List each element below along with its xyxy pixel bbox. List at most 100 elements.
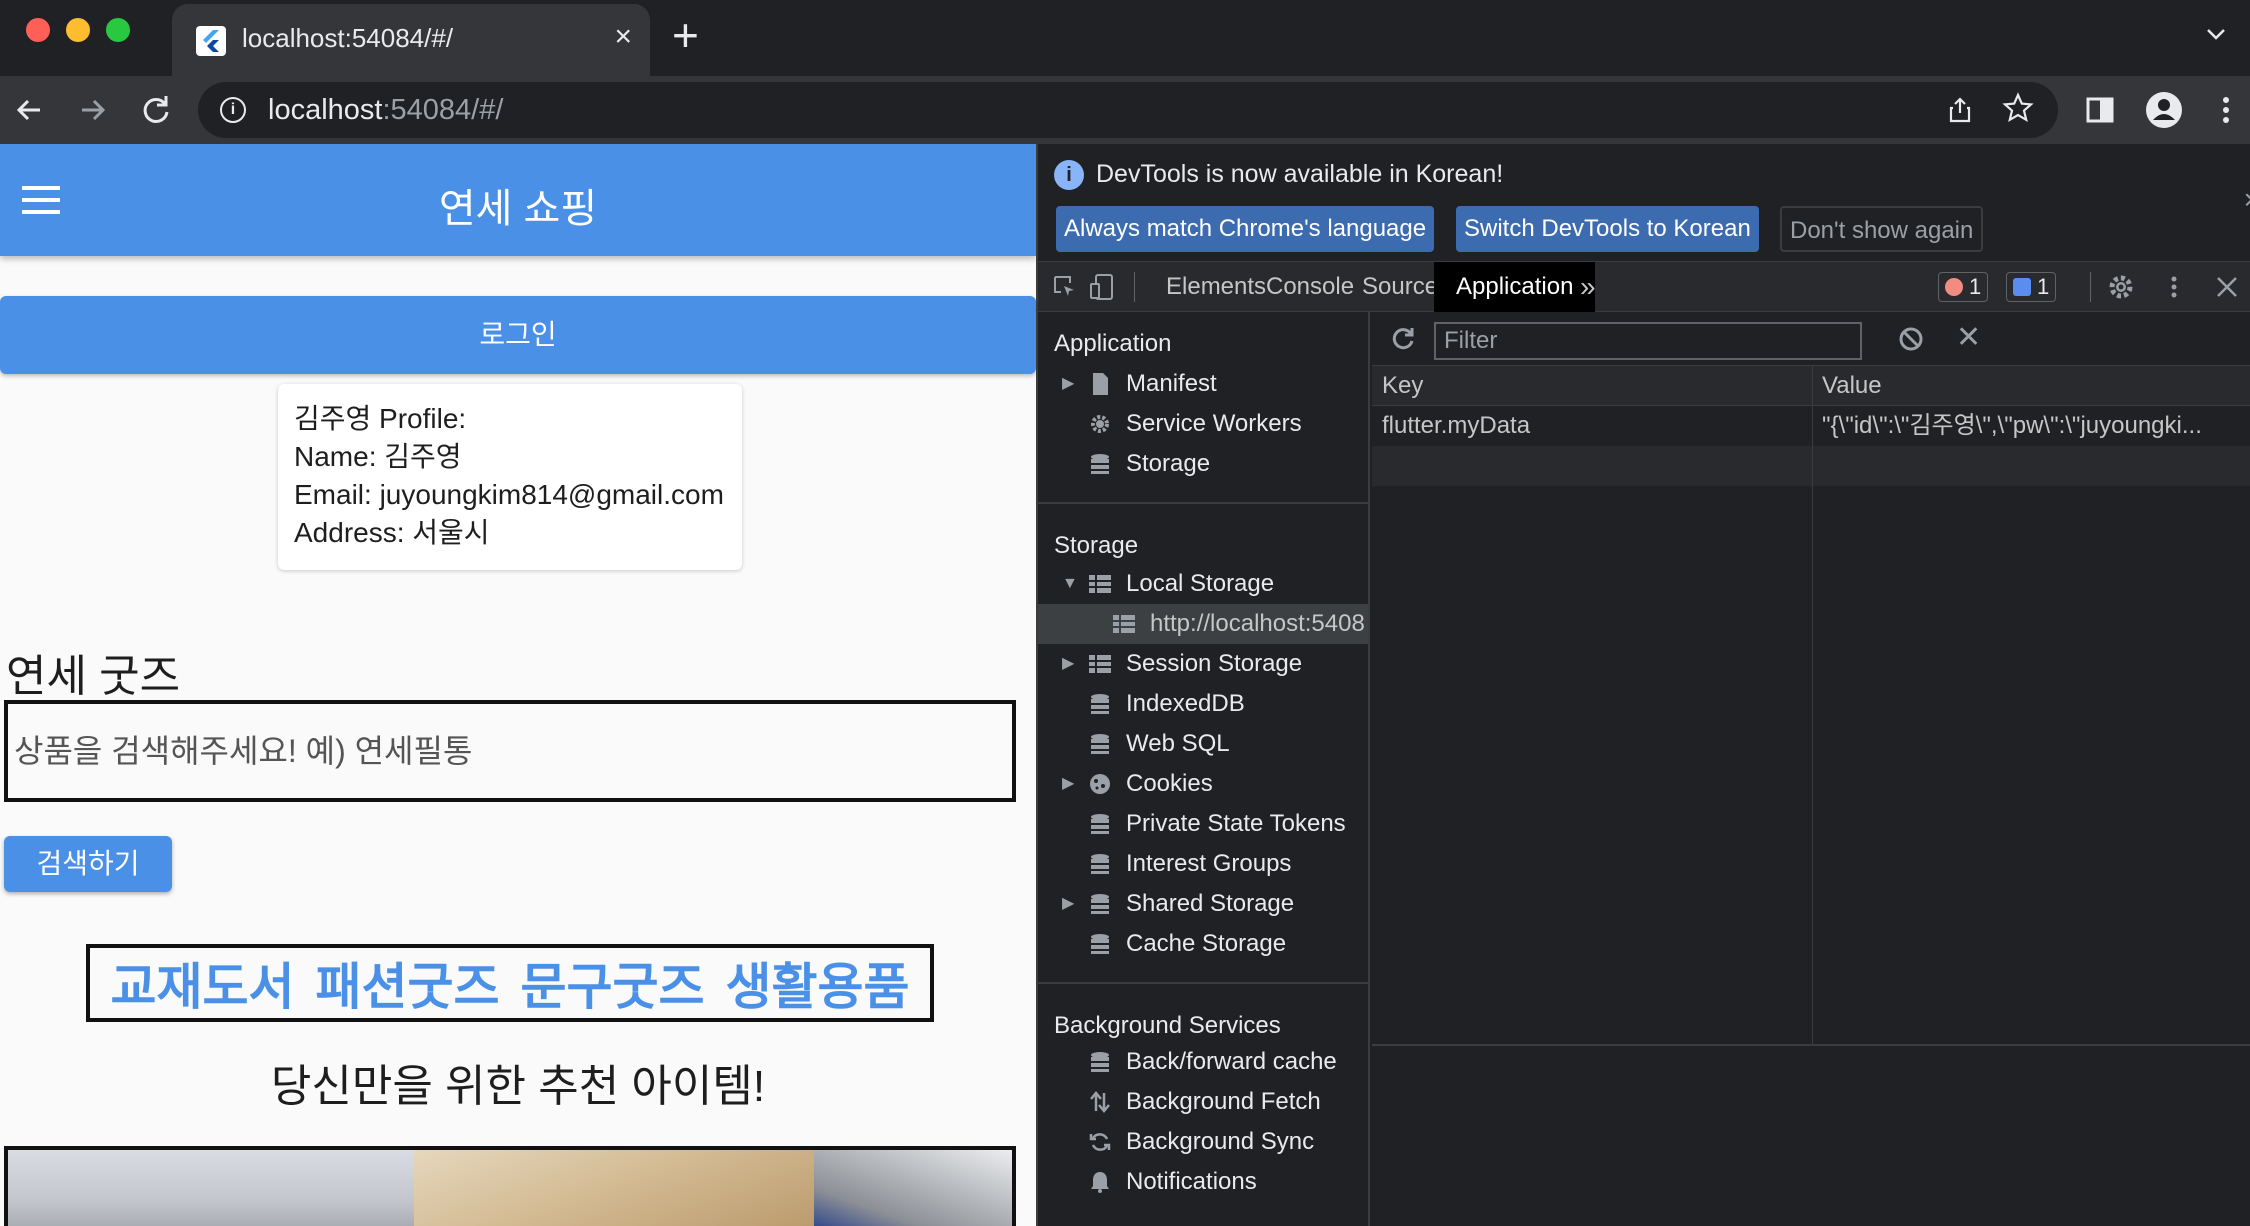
devtools-tab-bar: Elements Console Sources Application » 1… <box>1038 262 2250 312</box>
tab-console[interactable]: Console <box>1266 262 1354 312</box>
sidebar-item-local-storage-origin[interactable]: http://localhost:5408 <box>1038 604 1368 644</box>
infobar-close-icon[interactable]: × <box>2244 184 2250 216</box>
product-search-input[interactable]: 상품을 검색해주세요! 예) 연세필통 <box>4 700 1016 802</box>
tab-close-icon[interactable]: × <box>614 20 632 54</box>
collapse-arrow-icon[interactable]: ▼ <box>1062 564 1078 604</box>
table-row[interactable]: flutter.myData "{\"id\":\"김주영\",\"pw\":\… <box>1372 406 2250 446</box>
profile-avatar-icon[interactable] <box>2144 90 2184 130</box>
recommendation-carousel[interactable] <box>4 1146 1016 1226</box>
column-header-key[interactable]: Key <box>1372 366 1423 406</box>
error-icon <box>1945 278 1963 296</box>
sidebar-item-local-storage[interactable]: ▼ Local Storage <box>1038 564 1368 604</box>
chrome-menu-icon[interactable] <box>2206 90 2246 130</box>
sidebar-item-shared-storage[interactable]: ▶ Shared Storage <box>1038 884 1368 924</box>
infobar-message: DevTools is now available in Korean! <box>1096 160 1504 188</box>
sidebar-item-storage[interactable]: Storage <box>1038 444 1368 484</box>
database-icon <box>1091 734 1109 754</box>
sidebar-item-service-workers[interactable]: Service Workers <box>1038 404 1368 444</box>
profile-heading: 김주영 Profile: <box>294 403 467 434</box>
window-close-button[interactable] <box>26 18 50 42</box>
sidebar-item-background-fetch[interactable]: Background Fetch <box>1038 1082 1368 1122</box>
device-toolbar-icon[interactable] <box>1088 272 1118 302</box>
forward-arrow-icon[interactable] <box>72 90 112 130</box>
sidebar-item-cache-storage[interactable]: Cache Storage <box>1038 924 1368 964</box>
recommendation-image[interactable] <box>8 1150 414 1226</box>
expand-arrow-icon[interactable]: ▶ <box>1062 364 1074 404</box>
tab-search-chevron-icon[interactable] <box>2204 22 2228 46</box>
sidebar-section-background-services: Background Services <box>1054 1012 1281 1039</box>
recommendation-image[interactable] <box>814 1150 1012 1226</box>
window-zoom-button[interactable] <box>106 18 130 42</box>
switch-to-korean-button[interactable]: Switch DevTools to Korean <box>1456 206 1759 252</box>
table-row-empty[interactable] <box>1372 446 2250 486</box>
sidebar-item-interest-groups[interactable]: Interest Groups <box>1038 844 1368 884</box>
side-panel-icon[interactable] <box>2080 90 2120 130</box>
share-icon[interactable] <box>1946 96 1974 124</box>
database-icon <box>1091 694 1109 714</box>
bookmark-star-icon[interactable] <box>2002 92 2034 124</box>
devtools-close-icon[interactable] <box>2214 274 2240 300</box>
web-page: 연세 쇼핑 로그인 김주영 Profile: Name: 김주영 Email: … <box>0 144 1036 1226</box>
clear-all-icon[interactable] <box>1896 324 1926 354</box>
filter-input[interactable]: Filter <box>1434 322 1862 360</box>
address-bar[interactable]: i localhost:54084/#/ <box>198 82 2058 138</box>
window-minimize-button[interactable] <box>66 18 90 42</box>
sidebar-divider <box>1038 982 1368 984</box>
gear-icon <box>1091 415 1109 433</box>
row-value[interactable]: "{\"id\":\"김주영\",\"pw\":\"juyoungki... <box>1812 406 2250 446</box>
row-key[interactable]: flutter.myData <box>1372 406 1812 446</box>
column-header-value[interactable]: Value <box>1812 366 1882 406</box>
table-icon <box>1089 655 1111 673</box>
category-fashion[interactable]: 패션굿즈 <box>316 947 500 1019</box>
sidebar-item-bfcache[interactable]: Back/forward cache <box>1038 1042 1368 1082</box>
sidebar-item-manifest[interactable]: ▶ Manifest <box>1038 364 1368 404</box>
sidebar-item-background-sync[interactable]: Background Sync <box>1038 1122 1368 1162</box>
grid-bottom-border <box>1372 1044 2250 1046</box>
sidebar-item-indexeddb[interactable]: IndexedDB <box>1038 684 1368 724</box>
browser-toolbar: i localhost:54084/#/ <box>0 76 2250 144</box>
error-count-badge[interactable]: 1 <box>1938 272 1989 302</box>
tab-application[interactable]: Application <box>1434 262 1596 312</box>
search-button[interactable]: 검색하기 <box>4 836 172 892</box>
settings-gear-icon[interactable] <box>2106 272 2136 302</box>
sidebar-item-session-storage[interactable]: ▶ Session Storage <box>1038 644 1368 684</box>
profile-name: Name: 김주영 <box>294 441 462 472</box>
category-textbooks[interactable]: 교재도서 <box>111 947 295 1019</box>
reload-icon[interactable] <box>136 90 176 130</box>
expand-arrow-icon[interactable]: ▶ <box>1062 764 1074 804</box>
more-tabs-icon[interactable]: » <box>1580 262 1596 312</box>
database-icon <box>1091 1052 1109 1072</box>
grid-header: Key Value <box>1372 366 2250 406</box>
inspect-element-icon[interactable] <box>1052 274 1078 300</box>
expand-arrow-icon[interactable]: ▶ <box>1062 884 1074 924</box>
info-icon: i <box>1054 160 1084 190</box>
refresh-icon[interactable] <box>1388 324 1418 354</box>
profile-address: Address: 서울시 <box>294 517 490 548</box>
devtools-menu-icon[interactable] <box>2164 272 2184 302</box>
database-icon <box>1091 454 1109 474</box>
new-tab-button[interactable]: + <box>672 12 699 58</box>
message-count-badge[interactable]: 1 <box>2006 272 2057 302</box>
address-url[interactable]: localhost:54084/#/ <box>268 94 503 127</box>
sidebar-item-private-state-tokens[interactable]: Private State Tokens <box>1038 804 1368 844</box>
app-title: 연세 쇼핑 <box>438 187 598 231</box>
category-living[interactable]: 생활용품 <box>726 947 910 1019</box>
column-divider <box>1812 366 1813 1044</box>
expand-arrow-icon[interactable]: ▶ <box>1062 644 1074 684</box>
always-match-language-button[interactable]: Always match Chrome's language <box>1056 206 1435 252</box>
recommendation-image[interactable] <box>414 1150 814 1226</box>
sidebar-item-cookies[interactable]: ▶ Cookies <box>1038 764 1368 804</box>
browser-tab[interactable]: localhost:54084/#/ × <box>172 4 650 76</box>
message-icon <box>2013 278 2031 296</box>
category-stationery[interactable]: 문구굿즈 <box>521 947 705 1019</box>
sidebar-item-notifications[interactable]: Notifications <box>1038 1162 1368 1202</box>
site-info-icon[interactable]: i <box>220 97 246 123</box>
table-icon <box>1089 575 1111 593</box>
sidebar-section-application: Application <box>1054 330 1172 357</box>
tab-elements[interactable]: Elements <box>1166 262 1266 312</box>
back-arrow-icon[interactable] <box>10 90 50 130</box>
sidebar-item-web-sql[interactable]: Web SQL <box>1038 724 1368 764</box>
delete-selected-icon[interactable]: ✕ <box>1956 320 1981 355</box>
login-button[interactable]: 로그인 <box>0 296 1036 374</box>
dont-show-again-button[interactable]: Don't show again <box>1780 206 1984 252</box>
